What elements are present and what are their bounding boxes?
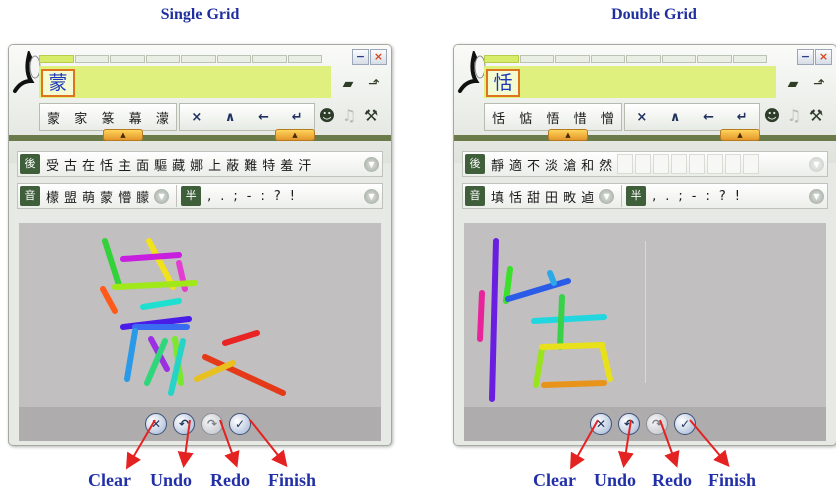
undo-caption: Undo <box>594 470 637 490</box>
undo-caption: Undo <box>150 470 193 490</box>
redo-caption: Redo <box>210 470 250 490</box>
callout-arrows <box>125 419 730 470</box>
redo-caption: Redo <box>652 470 692 490</box>
finish-caption: Finish <box>708 470 757 490</box>
clear-caption: Clear <box>88 470 131 490</box>
clear-caption: Clear <box>533 470 576 490</box>
finish-caption: Finish <box>268 470 317 490</box>
